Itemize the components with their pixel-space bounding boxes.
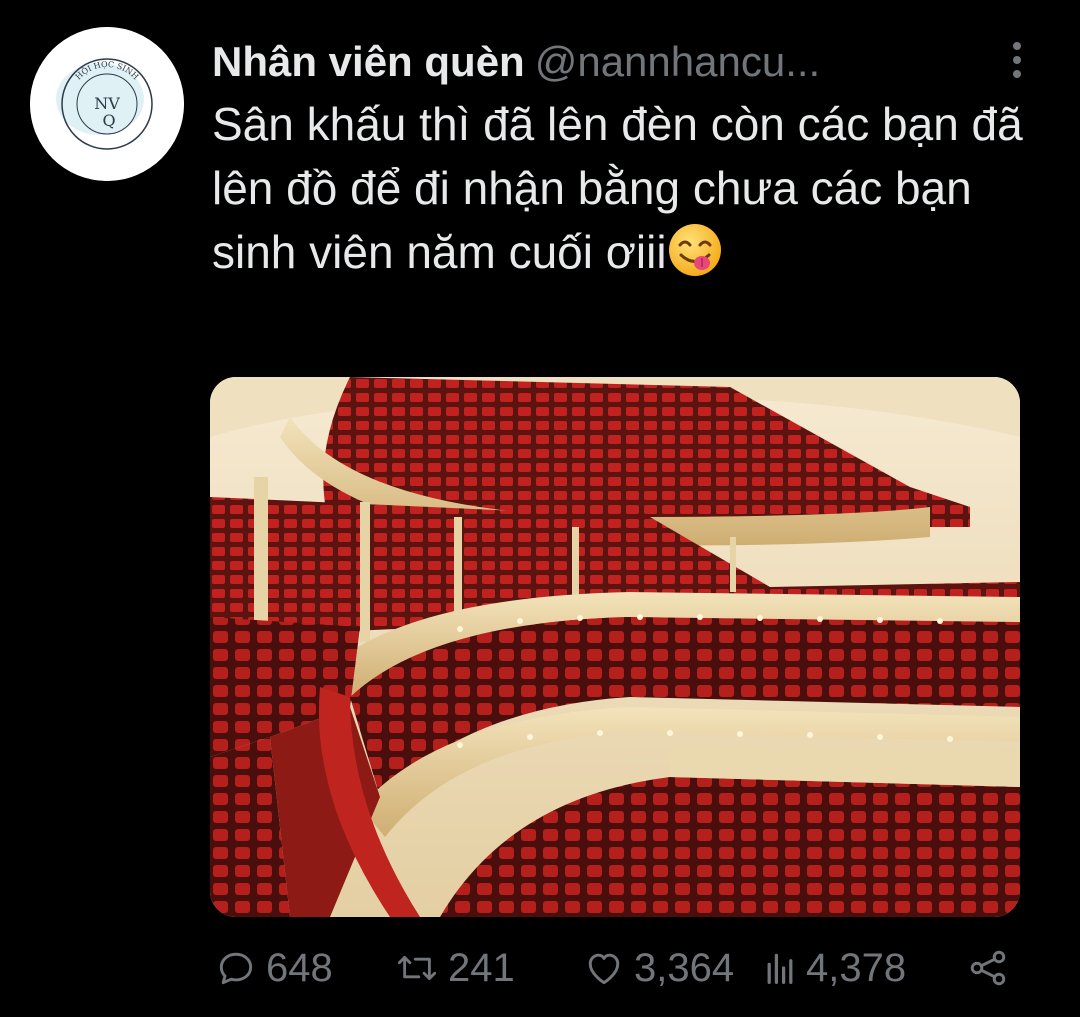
- avatar-logo-icon: HỘI HỌC SINH NV Q: [30, 27, 184, 181]
- avatar[interactable]: HỘI HỌC SINH NV Q: [30, 27, 184, 181]
- retweet-icon: [397, 955, 437, 981]
- reply-count: 648: [266, 945, 333, 990]
- share-icon: [970, 950, 1006, 986]
- more-vertical-icon: [1013, 42, 1021, 50]
- face-savoring-food-icon: [668, 224, 721, 276]
- more-dot: [1013, 70, 1021, 78]
- share-button[interactable]: [966, 942, 1010, 994]
- more-dot: [1013, 56, 1021, 64]
- reply-button[interactable]: 648: [214, 942, 333, 994]
- like-button[interactable]: 3,364: [582, 942, 734, 994]
- tweet-media-image[interactable]: [210, 377, 1020, 917]
- more-options-button[interactable]: [1000, 40, 1034, 80]
- like-count: 3,364: [634, 945, 735, 990]
- tweet-text-block: Sân khấu thì đã lên đèn còn các bạn đã l…: [212, 92, 1032, 284]
- avatar-monogram-bottom: Q: [102, 111, 115, 130]
- user-handle[interactable]: @nannhancu...: [535, 38, 821, 85]
- views-button[interactable]: 4,378: [762, 942, 906, 994]
- retweet-count: 241: [448, 945, 515, 990]
- heart-icon: [588, 953, 620, 985]
- tweet-header: Nhân viên quèn @nannhancu...: [212, 38, 972, 86]
- views-icon: [767, 953, 793, 985]
- tweet-actions: 648 241 3,364 4,378: [210, 942, 1020, 994]
- display-name[interactable]: Nhân viên quèn: [212, 38, 525, 85]
- retweet-button[interactable]: 241: [394, 942, 515, 994]
- reply-icon: [219, 952, 253, 985]
- tweet-text: Sân khấu thì đã lên đèn còn các bạn đã l…: [212, 98, 1023, 278]
- views-count: 4,378: [806, 945, 907, 990]
- concert-hall-photo-icon: [210, 377, 1020, 917]
